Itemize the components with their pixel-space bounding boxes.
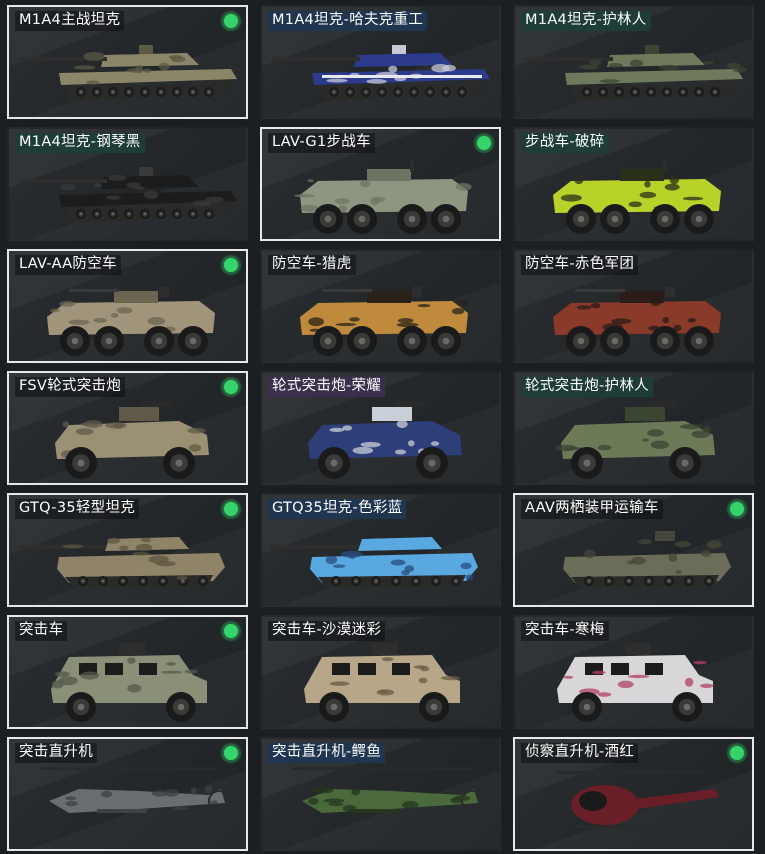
vehicle-skin-card[interactable]: FSV轮式突击炮	[7, 371, 248, 485]
vehicle-skin-card[interactable]: GTQ-35轻型坦克	[7, 493, 248, 607]
vehicle-skin-name: 步战车-破碎	[521, 133, 609, 153]
vehicle-skin-name: 突击直升机-鳄鱼	[268, 743, 386, 763]
vehicle-skin-card[interactable]: 突击直升机-鳄鱼	[260, 737, 501, 851]
vehicle-skin-name: 突击车-沙漠迷彩	[268, 621, 386, 641]
vehicle-skin-card[interactable]: LAV-AA防空车	[7, 249, 248, 363]
vehicle-skin-card[interactable]: 防空车-赤色军团	[513, 249, 754, 363]
vehicle-skin-name: 轮式突击炮-护林人	[521, 377, 653, 397]
vehicle-skin-name: LAV-AA防空车	[15, 255, 121, 275]
equipped-indicator-icon	[224, 14, 238, 28]
vehicle-skin-name: M1A4坦克-护林人	[521, 11, 651, 31]
vehicle-skin-name: GTQ35坦克-色彩蓝	[268, 499, 407, 519]
vehicle-skin-card[interactable]: 突击直升机	[7, 737, 248, 851]
vehicle-skin-name: 防空车-猎虎	[268, 255, 356, 275]
vehicle-skin-name: GTQ-35轻型坦克	[15, 499, 140, 519]
equipped-indicator-icon	[224, 258, 238, 272]
vehicle-skin-card[interactable]: 步战车-破碎	[513, 127, 754, 241]
equipped-indicator-icon	[224, 624, 238, 638]
vehicle-skin-card[interactable]: M1A4坦克-钢琴黑	[7, 127, 248, 241]
vehicle-skin-card[interactable]: M1A4主战坦克	[7, 5, 248, 119]
vehicle-skin-card[interactable]: AAV两栖装甲运输车	[513, 493, 754, 607]
vehicle-skin-grid: M1A4主战坦克 M1A4坦克-哈夫克重工 M1A4坦克-护林人 M1A4坦克-钢琴黑…	[0, 0, 765, 854]
vehicle-skin-name: 轮式突击炮-荣耀	[268, 377, 386, 397]
vehicle-skin-name: FSV轮式突击炮	[15, 377, 126, 397]
vehicle-skin-name: M1A4主战坦克	[15, 11, 125, 31]
vehicle-skin-name: 突击直升机	[15, 743, 97, 763]
equipped-indicator-icon	[730, 746, 744, 760]
equipped-indicator-icon	[224, 380, 238, 394]
equipped-indicator-icon	[477, 136, 491, 150]
vehicle-skin-card[interactable]: M1A4坦克-哈夫克重工	[260, 5, 501, 119]
vehicle-skin-name: 侦察直升机-酒红	[521, 743, 639, 763]
vehicle-skin-name: 防空车-赤色军团	[521, 255, 639, 275]
vehicle-skin-card[interactable]: 轮式突击炮-护林人	[513, 371, 754, 485]
vehicle-skin-card[interactable]: 突击车-寒梅	[513, 615, 754, 729]
vehicle-skin-name: 突击车-寒梅	[521, 621, 609, 641]
vehicle-skin-name: AAV两栖装甲运输车	[521, 499, 663, 519]
equipped-indicator-icon	[224, 746, 238, 760]
vehicle-skin-card[interactable]: 侦察直升机-酒红	[513, 737, 754, 851]
vehicle-skin-card[interactable]: M1A4坦克-护林人	[513, 5, 754, 119]
vehicle-skin-name: M1A4坦克-钢琴黑	[15, 133, 145, 153]
vehicle-skin-card[interactable]: 防空车-猎虎	[260, 249, 501, 363]
vehicle-skin-card[interactable]: LAV-G1步战车	[260, 127, 501, 241]
vehicle-skin-card[interactable]: 突击车-沙漠迷彩	[260, 615, 501, 729]
vehicle-skin-card[interactable]: GTQ35坦克-色彩蓝	[260, 493, 501, 607]
vehicle-skin-card[interactable]: 突击车	[7, 615, 248, 729]
vehicle-skin-card[interactable]: 轮式突击炮-荣耀	[260, 371, 501, 485]
equipped-indicator-icon	[730, 502, 744, 516]
equipped-indicator-icon	[224, 502, 238, 516]
vehicle-skin-name: LAV-G1步战车	[268, 133, 375, 153]
vehicle-skin-name: 突击车	[15, 621, 68, 641]
vehicle-skin-name: M1A4坦克-哈夫克重工	[268, 11, 428, 31]
